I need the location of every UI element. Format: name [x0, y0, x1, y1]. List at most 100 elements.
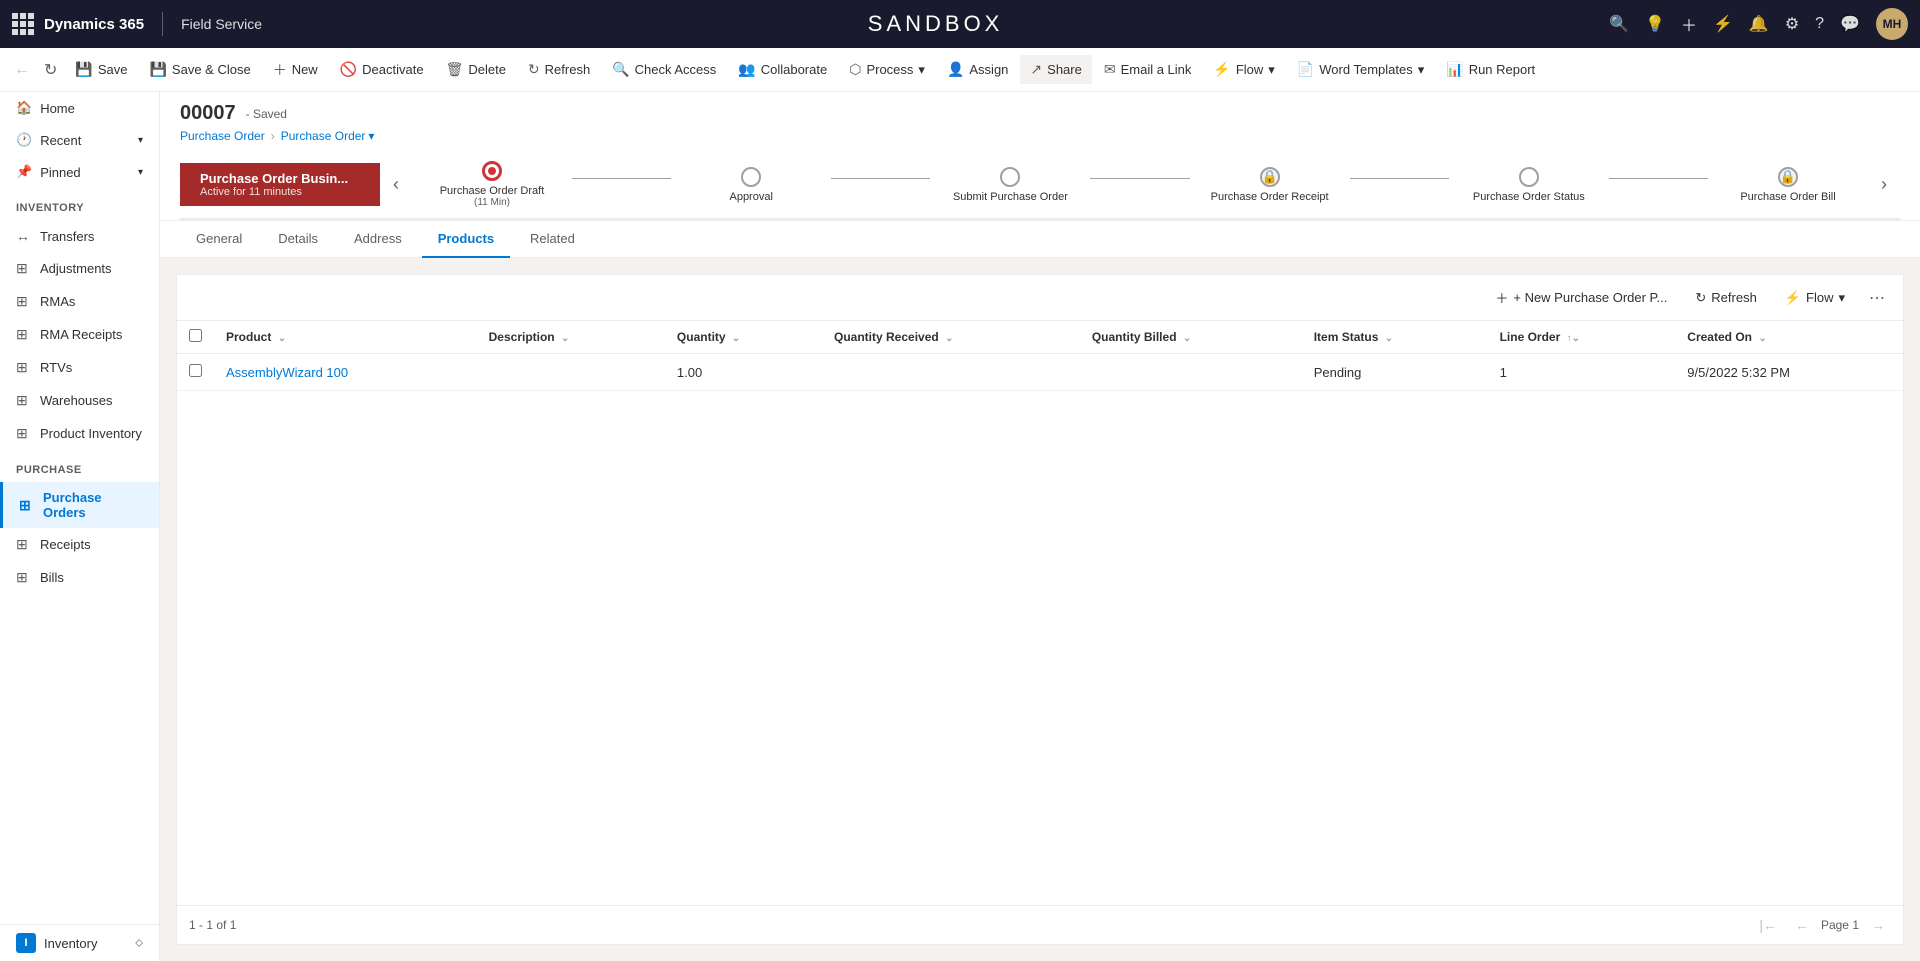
flow-button[interactable]: ⚡ Flow ▾: [1203, 55, 1284, 84]
stage-approval[interactable]: Approval: [671, 151, 831, 218]
sidebar-item-home[interactable]: 🏠 Home: [0, 92, 159, 124]
grid-flow-icon: ⚡: [1785, 290, 1801, 306]
command-bar: ← ↻ 💾 Save 💾 Save & Close ＋ New 🚫 Deacti…: [0, 48, 1920, 92]
next-page-button[interactable]: →: [1865, 914, 1891, 936]
stage-status[interactable]: Purchase Order Status: [1449, 151, 1609, 218]
page-label: Page 1: [1821, 918, 1859, 932]
sidebar-bottom-inventory[interactable]: I Inventory ⬦: [0, 924, 159, 961]
user-avatar[interactable]: MH: [1876, 8, 1908, 40]
new-button[interactable]: ＋ New: [263, 54, 328, 86]
email-link-button[interactable]: ✉ Email a Link: [1094, 55, 1202, 84]
filter-icon[interactable]: ⚡: [1713, 14, 1733, 34]
grid-refresh-button[interactable]: ↻ Refresh: [1685, 285, 1766, 311]
breadcrumb-link-2[interactable]: Purchase Order ▾: [281, 129, 375, 143]
sidebar-item-rtvs[interactable]: ⊞ RTVs: [0, 351, 159, 384]
breadcrumb-link-1[interactable]: Purchase Order: [180, 129, 265, 143]
stage-circle-draft: [482, 161, 502, 181]
tab-details[interactable]: Details: [262, 221, 334, 258]
grid-flow-button[interactable]: ⚡ Flow ▾: [1775, 285, 1855, 311]
created-on-column-header[interactable]: Created On ⌄: [1675, 321, 1903, 354]
word-templates-button[interactable]: 📄 Word Templates ▾: [1287, 55, 1434, 84]
sidebar-item-product-inventory[interactable]: ⊞ Product Inventory: [0, 417, 159, 450]
quantity-received-column-header[interactable]: Quantity Received ⌄: [822, 321, 1080, 354]
refresh-button[interactable]: ↻ Refresh: [518, 55, 600, 84]
sidebar-item-warehouses[interactable]: ⊞ Warehouses: [0, 384, 159, 417]
sidebar-item-receipts[interactable]: ⊞ Receipts: [0, 528, 159, 561]
sidebar-item-transfers[interactable]: ↔ Transfers: [0, 220, 159, 252]
process-button[interactable]: ⬡ Process ▾: [839, 55, 935, 84]
stage-bill[interactable]: 🔒 Purchase Order Bill: [1708, 151, 1868, 218]
table-row: AssemblyWizard 100 1.00: [177, 354, 1903, 391]
prev-page-button[interactable]: ←: [1789, 914, 1815, 936]
delete-icon: 🗑: [446, 61, 464, 78]
bell-icon[interactable]: 🔔: [1749, 14, 1769, 34]
line-order-column-header[interactable]: Line Order ↑⌄: [1488, 321, 1676, 354]
row-checkbox-cell[interactable]: [177, 354, 214, 391]
tab-related[interactable]: Related: [514, 221, 591, 258]
quantity-cell: 1.00: [665, 354, 822, 391]
chat-icon[interactable]: 💬: [1840, 14, 1860, 34]
new-icon: ＋: [273, 60, 287, 80]
description-sort-icon: ⌄: [561, 333, 569, 344]
grid-flow-chevron: ▾: [1838, 290, 1845, 306]
stage-label-approval: Approval: [729, 191, 772, 203]
plus-icon[interactable]: ＋: [1681, 12, 1697, 36]
sidebar-item-purchase-orders[interactable]: ⊞ Purchase Orders: [0, 482, 159, 528]
sidebar-item-rma-receipts[interactable]: ⊞ RMA Receipts: [0, 318, 159, 351]
process-flow: Purchase Order Busin... Active for 11 mi…: [180, 151, 1900, 220]
sidebar-item-recent[interactable]: 🕐 Recent ▾: [0, 124, 159, 156]
collaborate-button[interactable]: 👥 Collaborate: [728, 55, 837, 84]
sidebar-item-bills[interactable]: ⊞ Bills: [0, 561, 159, 594]
share-button[interactable]: ↗ Share: [1020, 55, 1091, 84]
first-page-button[interactable]: |←: [1753, 914, 1783, 936]
save-close-button[interactable]: 💾 Save & Close: [139, 55, 260, 84]
run-report-button[interactable]: 📊 Run Report: [1436, 55, 1545, 84]
select-all-checkbox[interactable]: [189, 329, 202, 342]
new-grid-icon: ＋: [1495, 288, 1508, 307]
grid-more-button[interactable]: ⋯: [1863, 284, 1891, 312]
quantity-billed-column-header[interactable]: Quantity Billed ⌄: [1080, 321, 1302, 354]
sidebar-item-rmas[interactable]: ⊞ RMAs: [0, 285, 159, 318]
search-icon[interactable]: 🔍: [1609, 14, 1629, 34]
check-access-button[interactable]: 🔍 Check Access: [602, 55, 726, 84]
active-stage-time: Active for 11 minutes: [200, 186, 360, 198]
tab-products[interactable]: Products: [422, 221, 510, 258]
sidebar-item-pinned[interactable]: 📌 Pinned ▾: [0, 156, 159, 188]
active-stage-box[interactable]: Purchase Order Busin... Active for 11 mi…: [180, 163, 380, 206]
process-prev-arrow[interactable]: ‹: [380, 174, 412, 195]
stage-circle-approval: [741, 167, 761, 187]
stage-receipt[interactable]: 🔒 Purchase Order Receipt: [1190, 151, 1350, 218]
quantity-billed-cell: [1080, 354, 1302, 391]
save-icon: 💾: [75, 61, 92, 78]
stage-submit[interactable]: Submit Purchase Order: [930, 151, 1090, 218]
stage-draft[interactable]: Purchase Order Draft (11 Min): [412, 151, 572, 218]
assign-button[interactable]: 👤 Assign: [937, 55, 1018, 84]
collaborate-icon: 👥: [738, 61, 755, 78]
lightbulb-icon[interactable]: 💡: [1645, 14, 1665, 34]
product-link[interactable]: AssemblyWizard 100: [226, 365, 348, 380]
sidebar-item-adjustments[interactable]: ⊞ Adjustments: [0, 252, 159, 285]
active-stage-title: Purchase Order Busin...: [200, 171, 360, 186]
app-grid-menu[interactable]: [12, 13, 34, 35]
description-column-header[interactable]: Description ⌄: [477, 321, 665, 354]
share-icon: ↗: [1030, 61, 1042, 78]
tab-general[interactable]: General: [180, 221, 258, 258]
forward-button[interactable]: ↻: [38, 54, 63, 86]
quantity-column-header[interactable]: Quantity ⌄: [665, 321, 822, 354]
save-button[interactable]: 💾 Save: [65, 55, 137, 84]
back-button[interactable]: ←: [8, 54, 36, 86]
report-icon: 📊: [1446, 61, 1463, 78]
purchase-orders-icon: ⊞: [19, 497, 35, 514]
item-status-column-header[interactable]: Item Status ⌄: [1302, 321, 1488, 354]
row-checkbox[interactable]: [189, 364, 202, 377]
select-all-header[interactable]: [177, 321, 214, 354]
deactivate-button[interactable]: 🚫 Deactivate: [330, 55, 434, 84]
new-purchase-order-product-button[interactable]: ＋ + New Purchase Order P...: [1485, 283, 1677, 312]
product-column-header[interactable]: Product ⌄: [214, 321, 477, 354]
settings-icon[interactable]: ⚙: [1785, 14, 1799, 34]
process-next-arrow[interactable]: ›: [1868, 174, 1900, 195]
help-icon[interactable]: ?: [1815, 15, 1824, 33]
tab-address[interactable]: Address: [338, 221, 418, 258]
delete-button[interactable]: 🗑 Delete: [436, 55, 516, 84]
transfers-icon: ↔: [16, 228, 32, 244]
